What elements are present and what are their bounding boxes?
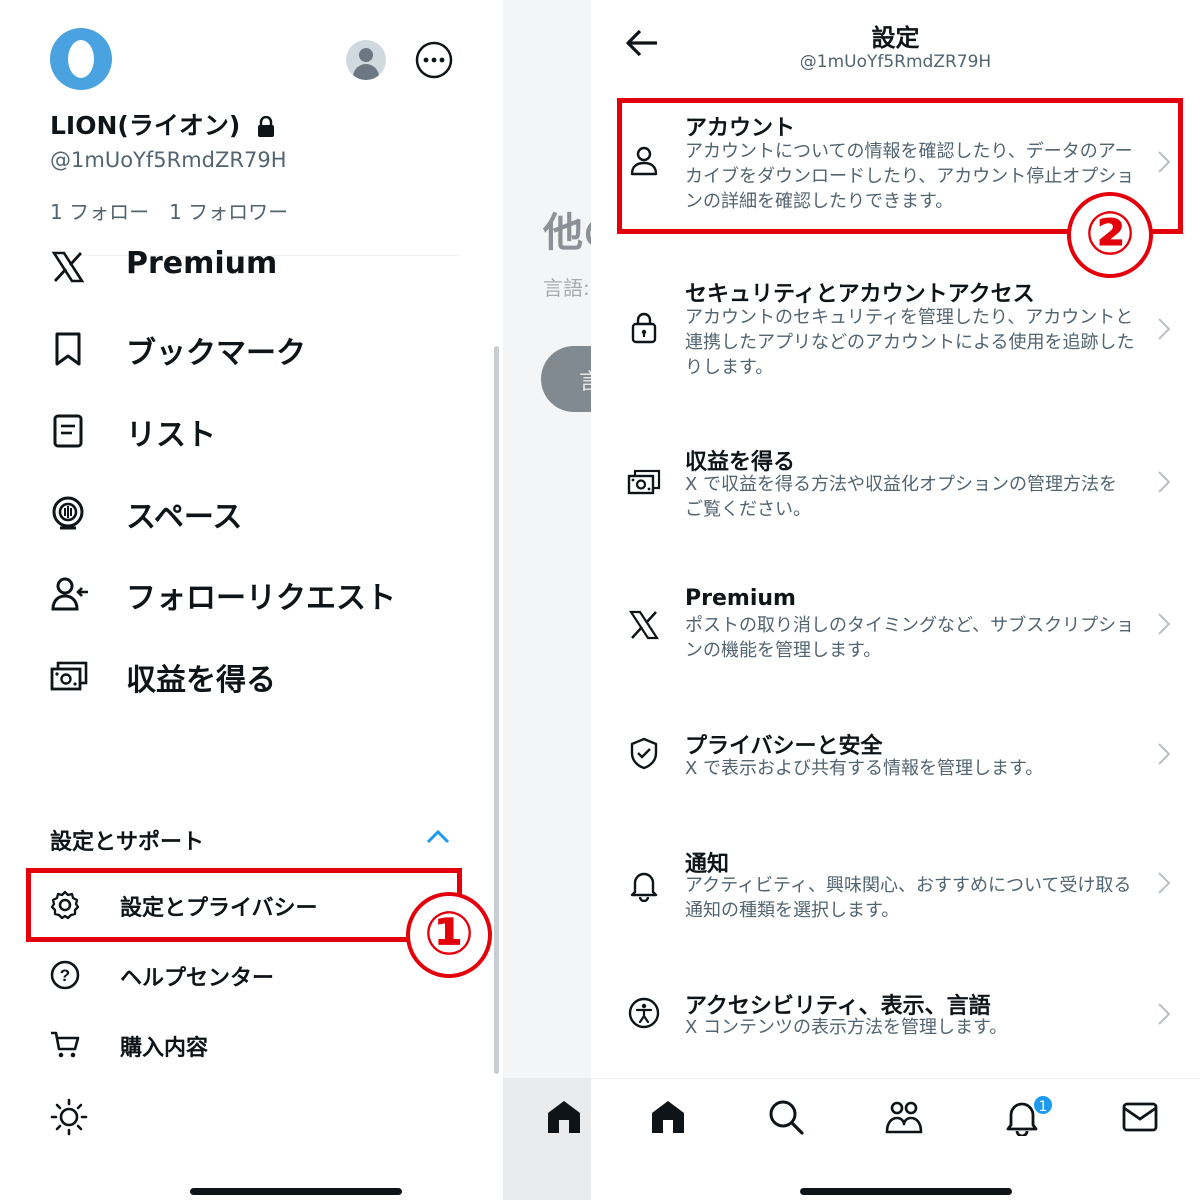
home-icon bbox=[545, 1098, 583, 1136]
page-title: 設定 bbox=[871, 24, 920, 52]
purchases-item[interactable]: 購入内容 bbox=[30, 1018, 460, 1070]
help-icon: ? bbox=[50, 960, 80, 990]
chevron-right-icon bbox=[1157, 742, 1171, 766]
app-logo[interactable] bbox=[50, 28, 112, 90]
menu-item-lists[interactable]: リスト bbox=[0, 400, 480, 460]
chevron-right-icon bbox=[1157, 317, 1171, 341]
menu-label: スペース bbox=[126, 500, 243, 535]
monetization-icon bbox=[50, 658, 88, 694]
search-icon[interactable] bbox=[767, 1098, 805, 1136]
settings-item-monetization[interactable]: 収益を得る X で収益を得る方法や収益化オプションの管理方法をご覧ください。 bbox=[591, 432, 1200, 582]
settings-support-header[interactable]: 設定とサポート bbox=[50, 820, 460, 856]
bell-icon bbox=[627, 868, 661, 902]
menu-item-monetization[interactable]: 収益を得る bbox=[0, 645, 480, 705]
menu-label: Premium bbox=[126, 246, 278, 281]
chevron-right-icon bbox=[1157, 612, 1171, 636]
item-description: X コンテンツの表示方法を管理します。 bbox=[685, 1017, 1008, 1038]
home-indicator bbox=[190, 1188, 402, 1195]
notification-badge: 1 bbox=[1032, 1094, 1054, 1116]
settings-screen: 設定 @1mUoYf5RmdZR79H アカウント アカウントについての情報を確… bbox=[591, 0, 1200, 1200]
account-switch-avatar[interactable] bbox=[346, 40, 386, 80]
profile-name[interactable]: LION(ライオン) bbox=[50, 106, 275, 142]
display-name: LION(ライオン) bbox=[50, 111, 241, 140]
home-icon[interactable] bbox=[649, 1098, 687, 1136]
menu-item-bookmarks[interactable]: ブックマーク bbox=[0, 318, 480, 378]
accessibility-icon bbox=[627, 996, 661, 1030]
home-indicator bbox=[800, 1188, 1012, 1195]
background-subtext: 言語: bbox=[543, 276, 590, 300]
mail-icon[interactable] bbox=[1121, 1098, 1159, 1136]
more-options-icon[interactable] bbox=[414, 40, 454, 80]
follow-counts[interactable]: 1 フォロー 1 フォロワー bbox=[50, 196, 288, 225]
section-title: 設定とサポート bbox=[50, 830, 205, 855]
tab-bar-divider bbox=[591, 1078, 1200, 1079]
list-icon bbox=[50, 413, 86, 449]
menu-label: フォローリクエスト bbox=[126, 581, 396, 616]
lock-icon bbox=[627, 311, 661, 345]
highlight-box-1 bbox=[26, 868, 462, 942]
chevron-right-icon bbox=[1157, 1002, 1171, 1026]
item-description: アカウントのセキュリティを管理したり、アカウントと連携したアプリなどのアカウント… bbox=[685, 307, 1135, 378]
lock-icon bbox=[257, 116, 275, 138]
bookmark-icon bbox=[50, 331, 86, 367]
item-description: X で収益を得る方法や収益化オプションの管理方法をご覧ください。 bbox=[685, 474, 1118, 520]
item-description: アクティビティ、興味関心、おすすめについて受け取る通知の種類を選択します。 bbox=[685, 875, 1132, 921]
background-page: 他の 言語: 言 bbox=[503, 0, 591, 1200]
side-drawer: LION(ライオン) @1mUoYf5RmdZR79H 1 フォロー 1 フォロ… bbox=[0, 0, 503, 1200]
menu-item-follow-requests[interactable]: フォローリクエスト bbox=[0, 563, 480, 623]
background-tabbar bbox=[503, 1078, 591, 1200]
background-button-label: 言 bbox=[579, 370, 591, 395]
x-logo-icon bbox=[627, 608, 661, 642]
item-description: ポストの取り消しのタイミングなど、サブスクリプションの機能を管理します。 bbox=[685, 615, 1135, 661]
item-label: 購入内容 bbox=[120, 1036, 209, 1061]
menu-label: 収益を得る bbox=[126, 663, 276, 698]
settings-item-security[interactable]: セキュリティとアカウントアクセス アカウントのセキュリティを管理したり、アカウン… bbox=[591, 265, 1200, 415]
background-button: 言 bbox=[541, 346, 591, 412]
display-mode-icon[interactable] bbox=[50, 1098, 88, 1136]
menu-item-premium[interactable]: Premium bbox=[0, 236, 480, 296]
follow-request-icon bbox=[50, 576, 88, 612]
menu-label: ブックマーク bbox=[126, 336, 306, 371]
monetization-icon bbox=[627, 466, 661, 500]
item-title: Premium bbox=[685, 586, 796, 611]
item-label: ヘルプセンター bbox=[120, 966, 275, 991]
background-heading: 他の bbox=[543, 210, 591, 256]
shield-icon bbox=[627, 736, 661, 770]
item-title: セキュリティとアカウントアクセス bbox=[685, 282, 1035, 307]
menu-label: リスト bbox=[126, 418, 216, 453]
help-center-item[interactable]: ? ヘルプセンター bbox=[30, 948, 460, 1000]
profile-handle: @1mUoYf5RmdZR79H bbox=[50, 148, 287, 172]
annotation-number-2: ② bbox=[1067, 192, 1153, 278]
spaces-icon bbox=[50, 495, 86, 531]
svg-text:?: ? bbox=[60, 966, 70, 985]
settings-handle: @1mUoYf5RmdZR79H bbox=[799, 52, 992, 72]
chevron-up-icon bbox=[426, 828, 450, 844]
chevron-right-icon bbox=[1157, 871, 1171, 895]
item-description: X で表示および共有する情報を管理します。 bbox=[685, 758, 1044, 779]
x-logo-icon bbox=[50, 249, 86, 285]
menu-item-spaces[interactable]: スペース bbox=[0, 482, 480, 542]
settings-item-notifications[interactable]: 通知 アクティビティ、興味関心、おすすめについて受け取る通知の種類を選択します。 bbox=[591, 834, 1200, 984]
cart-icon bbox=[50, 1030, 80, 1060]
settings-item-premium[interactable]: Premium ポストの取り消しのタイミングなど、サブスクリプションの機能を管理… bbox=[591, 574, 1200, 724]
chevron-right-icon bbox=[1157, 470, 1171, 494]
scrollbar[interactable] bbox=[494, 346, 499, 1074]
communities-icon[interactable] bbox=[885, 1098, 923, 1136]
annotation-number-1: ① bbox=[406, 892, 492, 978]
